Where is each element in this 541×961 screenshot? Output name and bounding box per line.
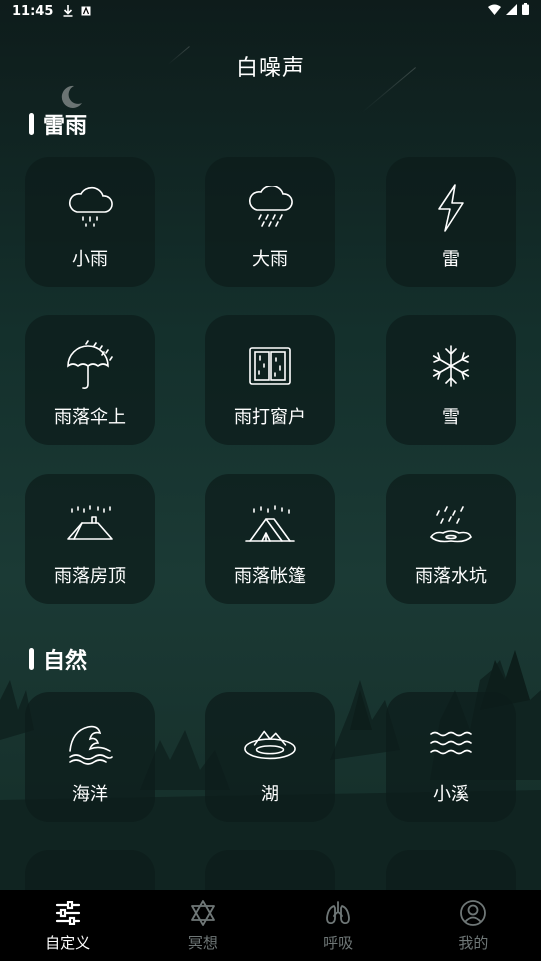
user-icon <box>458 898 488 928</box>
signal-icon <box>506 3 517 19</box>
sound-tile-light-rain[interactable]: 小雨 <box>25 157 155 287</box>
download-icon <box>63 5 73 17</box>
tab-meditation[interactable]: 冥想 <box>135 890 270 961</box>
section-header-thunderstorm: 雷雨 <box>29 108 87 140</box>
tile-label: 湖 <box>261 784 279 805</box>
page-title: 白噪声 <box>235 56 305 81</box>
tab-breathing[interactable]: 呼吸 <box>271 890 406 961</box>
tile-label: 雨落房顶 <box>54 566 126 587</box>
tab-label: 呼吸 <box>323 934 354 952</box>
battery-icon <box>522 3 529 19</box>
lightning-icon <box>424 181 478 235</box>
sound-tile-umbrella-rain[interactable]: 雨落伞上 <box>25 315 155 445</box>
tile-label: 小雨 <box>72 249 108 270</box>
lungs-icon <box>323 898 353 928</box>
tab-profile[interactable]: 我的 <box>406 890 541 961</box>
status-bar: 11:45 <box>0 0 541 22</box>
moon-icon <box>61 85 82 108</box>
app-notification-icon <box>81 6 91 16</box>
section-marker <box>29 648 34 670</box>
tile-label: 雨落帐篷 <box>234 566 306 587</box>
section-title: 雷雨 <box>43 114 88 139</box>
tile-label: 海洋 <box>72 784 108 805</box>
sound-tile-thunder[interactable]: 雷 <box>386 157 516 287</box>
lake-icon <box>243 716 297 770</box>
tab-label: 自定义 <box>45 934 91 952</box>
heavy-rain-icon <box>243 181 297 235</box>
star-of-david-icon <box>188 898 218 928</box>
sound-tile-heavy-rain[interactable]: 大雨 <box>205 157 335 287</box>
light-rain-icon <box>63 181 117 235</box>
tab-label: 我的 <box>458 934 489 952</box>
sliders-icon <box>53 898 83 928</box>
tent-rain-icon <box>243 498 297 552</box>
window-icon <box>243 339 297 393</box>
bottom-tab-bar: 自定义 冥想 呼吸 我的 <box>0 890 541 961</box>
tab-custom[interactable]: 自定义 <box>0 890 135 961</box>
wave-icon <box>63 716 117 770</box>
sound-tile-ocean[interactable]: 海洋 <box>25 692 155 822</box>
section-header-nature: 自然 <box>29 643 87 675</box>
snowflake-icon <box>424 339 478 393</box>
tile-label: 小溪 <box>433 784 469 805</box>
sound-tile-lake[interactable]: 湖 <box>205 692 335 822</box>
tile-label: 大雨 <box>252 249 288 270</box>
sound-tile-tent-rain[interactable]: 雨落帐篷 <box>205 474 335 604</box>
tile-label: 雨打窗户 <box>234 407 306 428</box>
puddle-rain-icon <box>424 498 478 552</box>
tile-label: 雷 <box>442 249 460 270</box>
sound-tile-window-rain[interactable]: 雨打窗户 <box>205 315 335 445</box>
stream-icon <box>424 716 478 770</box>
sound-tile-puddle-rain[interactable]: 雨落水坑 <box>386 474 516 604</box>
tile-label: 雨落伞上 <box>54 407 126 428</box>
wifi-icon <box>488 4 501 19</box>
section-marker <box>29 113 34 135</box>
tile-label: 雨落水坑 <box>415 566 487 587</box>
umbrella-rain-icon <box>63 339 117 393</box>
sound-tile-snow[interactable]: 雪 <box>386 315 516 445</box>
section-title: 自然 <box>43 649 88 674</box>
sound-tile-roof-rain[interactable]: 雨落房顶 <box>25 474 155 604</box>
status-time: 11:45 <box>12 3 54 19</box>
tile-label: 雪 <box>442 407 460 428</box>
tab-label: 冥想 <box>187 934 218 952</box>
roof-rain-icon <box>63 498 117 552</box>
sound-tile-stream[interactable]: 小溪 <box>386 692 516 822</box>
screen: 11:45 白噪声 雷雨 小雨 大雨 雷 雨落伞上 雨打窗户 雪 雨落房顶 雨落… <box>0 0 541 961</box>
